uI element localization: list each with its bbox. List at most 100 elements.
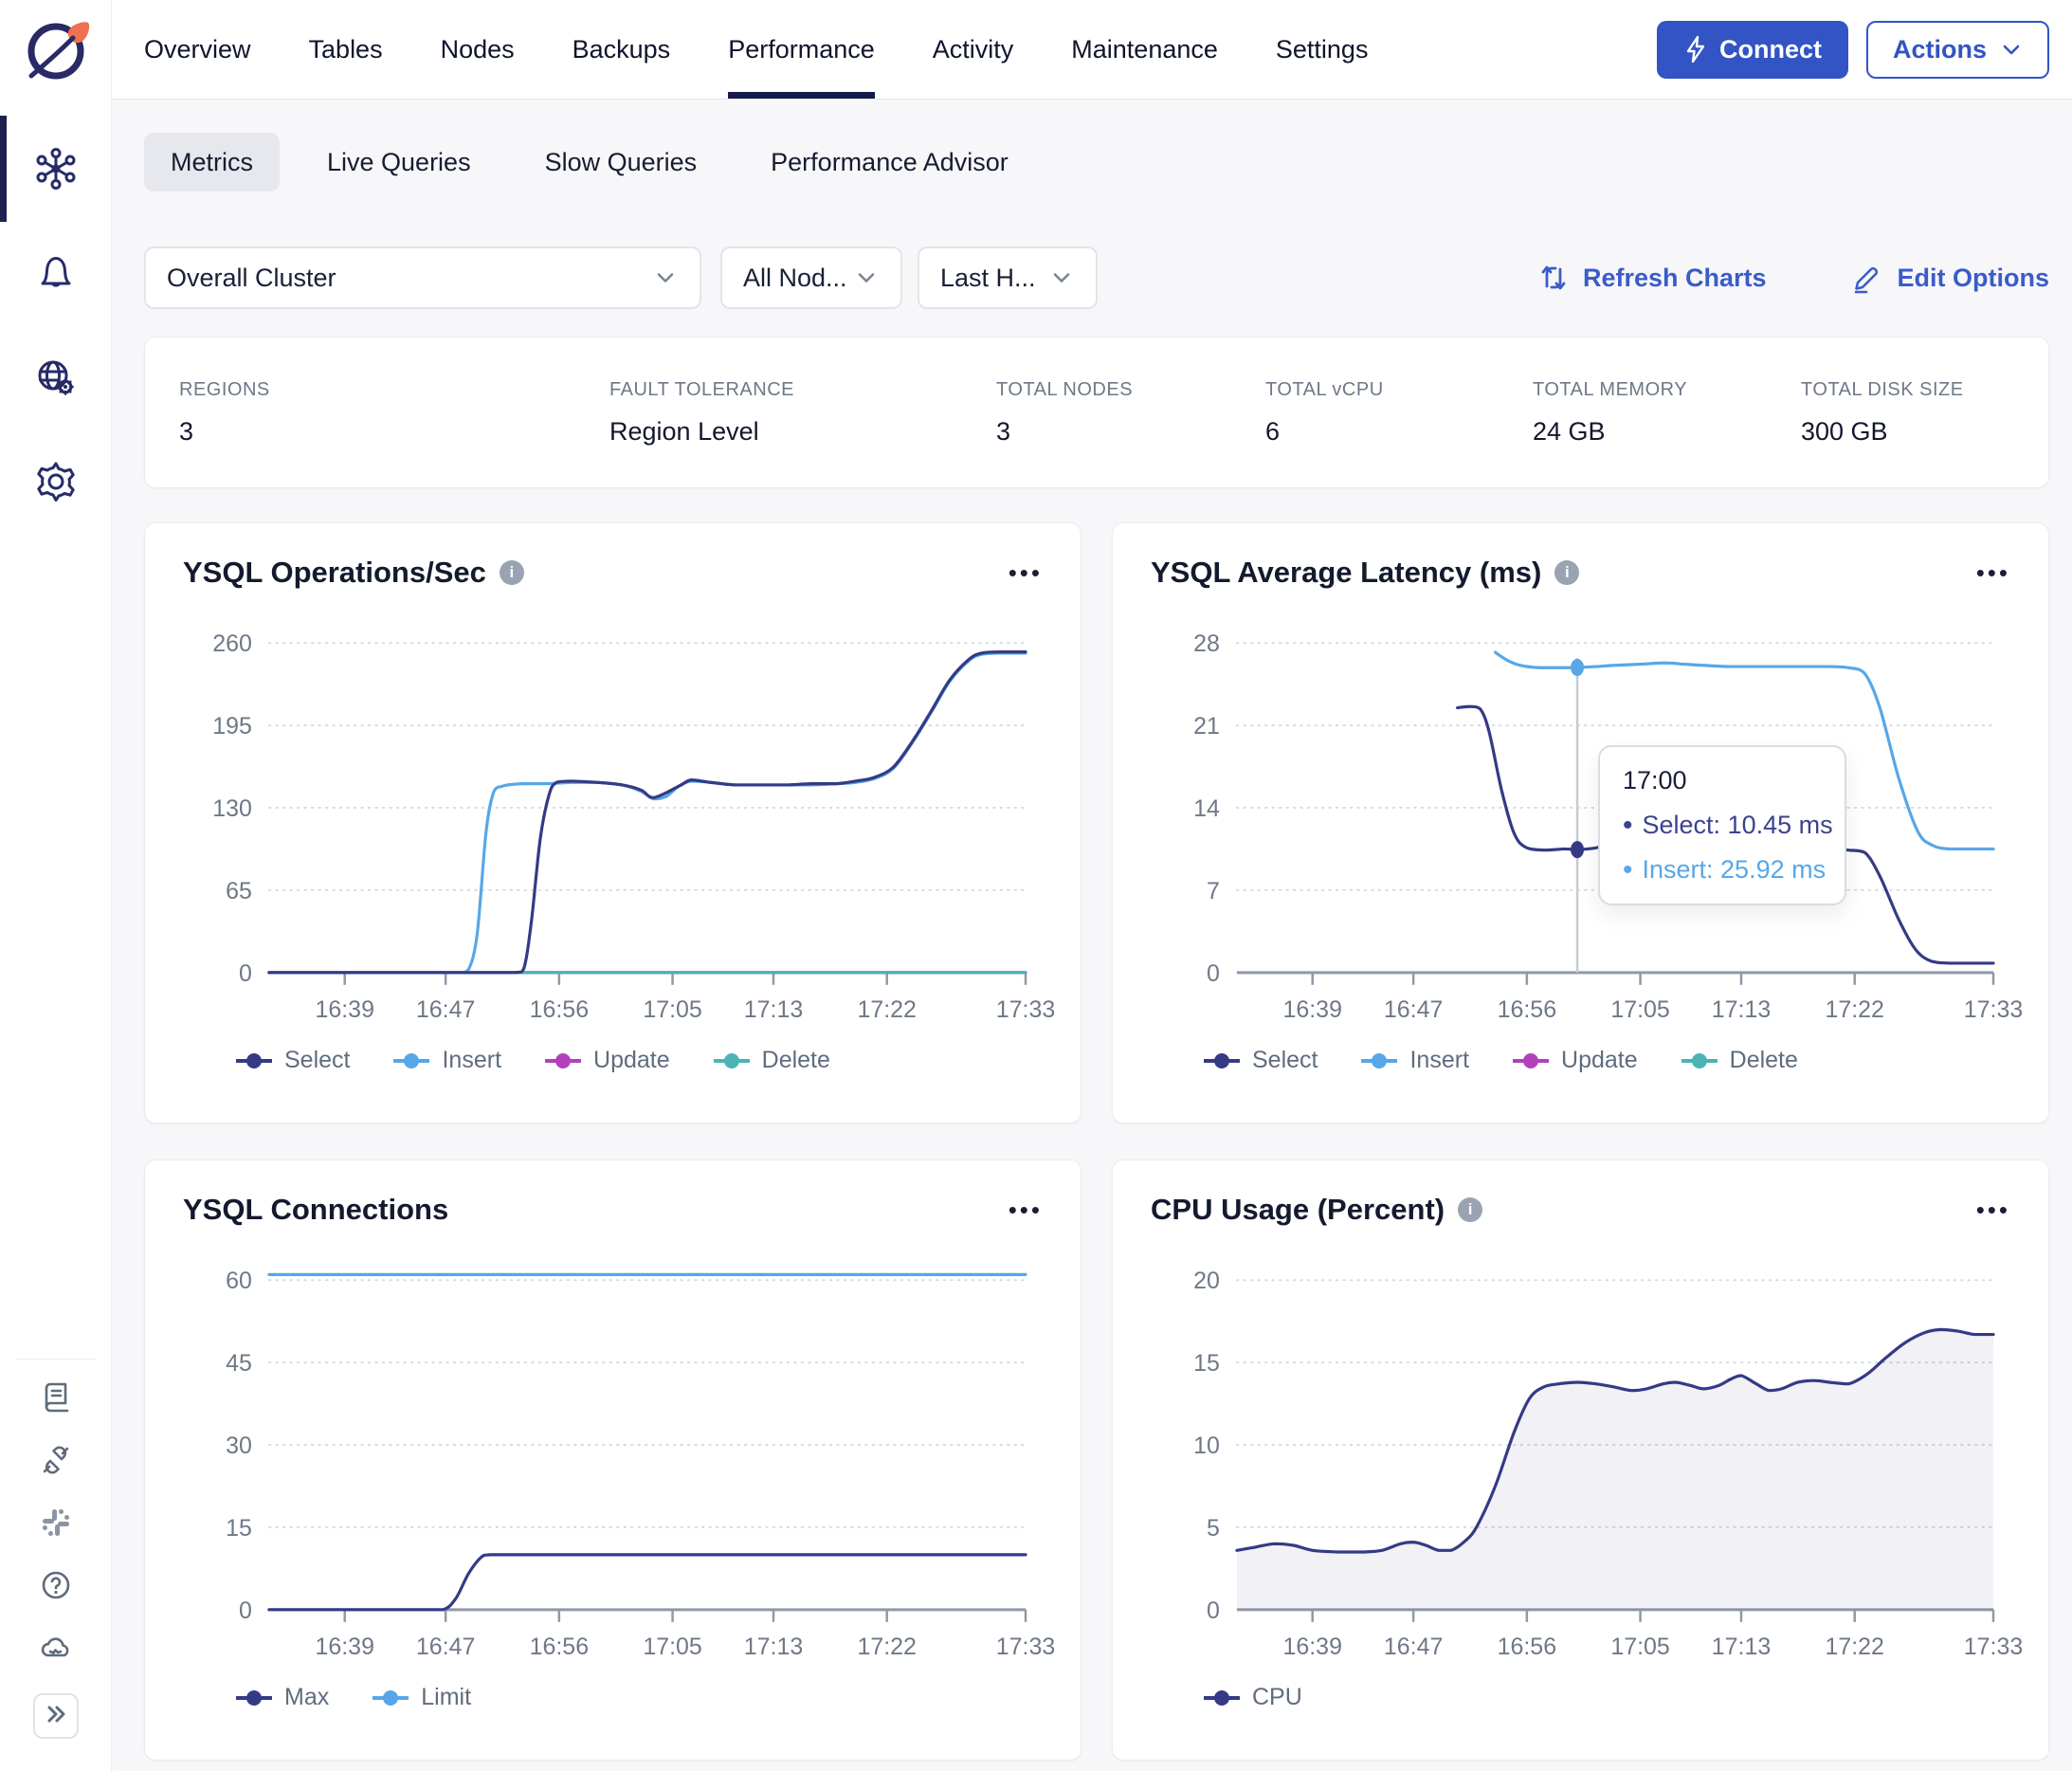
charts-grid: YSQL Operations/Sec i ••• 0 65 130 195 260 16:39…	[144, 522, 2049, 1761]
svg-text:16:47: 16:47	[416, 1634, 475, 1660]
chart-menu-button[interactable]: •••	[1009, 560, 1043, 585]
legend-item-insert[interactable]: Insert	[1361, 1047, 1469, 1074]
legend-item-select[interactable]: Select	[1204, 1047, 1318, 1074]
svg-text:15: 15	[226, 1515, 252, 1542]
chart-title: YSQL Operations/Sec	[183, 556, 486, 589]
refresh-charts-link[interactable]: Refresh Charts	[1537, 262, 1767, 294]
svg-text:0: 0	[1207, 960, 1220, 987]
stat-label: TOTAL vCPU	[1265, 378, 1384, 400]
legend-item-update[interactable]: Update	[545, 1047, 670, 1074]
stat-total-disk-size: TOTAL DISK SIZE 300 GB	[1801, 379, 1990, 447]
svg-text:17:13: 17:13	[1712, 996, 1771, 1023]
info-icon[interactable]: i	[1458, 1197, 1483, 1222]
tooltip-row: • Select: 10.45 ms	[1623, 811, 1833, 840]
cluster-scope-select[interactable]: Overall Cluster	[144, 246, 701, 309]
chart-header: YSQL Average Latency (ms) i •••	[1151, 552, 2010, 593]
subtab-live-queries[interactable]: Live Queries	[300, 133, 498, 192]
filter-links: Refresh Charts Edit Options	[1537, 261, 2049, 295]
legend-item-delete[interactable]: Delete	[713, 1047, 830, 1074]
legend-marker-icon	[713, 1052, 750, 1068]
sidebar-item-integrations[interactable]	[37, 1443, 75, 1481]
svg-text:21: 21	[1193, 713, 1220, 739]
connect-label: Connect	[1718, 34, 1822, 64]
tab-overview[interactable]: Overview	[144, 0, 251, 99]
svg-text:10: 10	[1193, 1433, 1220, 1459]
subtab-slow-queries[interactable]: Slow Queries	[518, 133, 724, 192]
svg-text:17:33: 17:33	[996, 1634, 1055, 1660]
chart-menu-button[interactable]: •••	[1976, 1197, 2010, 1222]
legend-item-insert[interactable]: Insert	[393, 1047, 501, 1074]
sidebar-item-settings[interactable]	[33, 461, 79, 506]
tooltip-value: Insert: 25.92 ms	[1642, 855, 1827, 884]
stat-value: 24 GB	[1533, 416, 1606, 446]
stat-label: TOTAL MEMORY	[1533, 378, 1688, 400]
tab-activity[interactable]: Activity	[933, 0, 1014, 99]
sidebar-expand-button[interactable]	[32, 1693, 79, 1739]
book-icon	[39, 1380, 73, 1419]
app-root: Overview Tables Nodes Backups Performance Act…	[0, 0, 2072, 1771]
tab-nodes[interactable]: Nodes	[441, 0, 515, 99]
legend-item-max[interactable]: Max	[236, 1684, 329, 1711]
sidebar-divider	[15, 1359, 96, 1360]
info-icon[interactable]: i	[499, 560, 524, 585]
actions-button[interactable]: Actions	[1865, 20, 2049, 79]
legend-item-limit[interactable]: Limit	[373, 1684, 471, 1711]
legend-item-delete[interactable]: Delete	[1681, 1047, 1798, 1074]
chart-header: YSQL Operations/Sec i •••	[183, 552, 1043, 593]
sidebar-item-docs[interactable]	[37, 1380, 75, 1418]
legend-marker-icon	[1513, 1052, 1550, 1068]
sidebar-item-regions[interactable]	[33, 356, 79, 402]
stat-value: 3	[996, 416, 1011, 446]
edit-options-link[interactable]: Edit Options	[1850, 261, 2049, 295]
legend-item-select[interactable]: Select	[236, 1047, 350, 1074]
nodes-value: All Nod...	[743, 263, 847, 292]
stat-value: 300 GB	[1801, 416, 1888, 446]
chart-title: CPU Usage (Percent)	[1151, 1193, 1445, 1226]
svg-text:17:13: 17:13	[1712, 1634, 1771, 1660]
cluster-scope-value: Overall Cluster	[167, 263, 336, 292]
svg-text:16:56: 16:56	[530, 1634, 589, 1660]
time-range-value: Last H...	[940, 263, 1036, 292]
tab-tables[interactable]: Tables	[309, 0, 383, 99]
performance-content: Metrics Live Queries Slow Queries Performan…	[112, 100, 2072, 1771]
legend-label: Delete	[761, 1047, 830, 1073]
time-range-select[interactable]: Last H...	[918, 246, 1098, 309]
svg-text:17:05: 17:05	[643, 996, 701, 1023]
sidebar-item-alerts[interactable]	[33, 252, 79, 298]
tab-maintenance[interactable]: Maintenance	[1071, 0, 1218, 99]
svg-text:17:33: 17:33	[1964, 1634, 2023, 1660]
sidebar-item-slack[interactable]	[37, 1506, 75, 1543]
tab-settings[interactable]: Settings	[1276, 0, 1369, 99]
legend-label: Update	[1561, 1047, 1638, 1073]
tooltip-time: 17:00	[1623, 766, 1687, 794]
legend-label: Insert	[1409, 1047, 1470, 1073]
connect-button[interactable]: Connect	[1656, 20, 1848, 79]
stat-label: REGIONS	[179, 378, 270, 400]
legend-item-cpu[interactable]: CPU	[1204, 1684, 1302, 1711]
legend-marker-icon	[1681, 1052, 1718, 1068]
tab-performance[interactable]: Performance	[728, 0, 875, 99]
sidebar-item-clusters[interactable]	[33, 147, 79, 193]
subtab-performance-advisor[interactable]: Performance Advisor	[744, 133, 1035, 192]
subtab-metrics[interactable]: Metrics	[144, 133, 280, 192]
svg-text:16:39: 16:39	[1282, 996, 1341, 1023]
yugabyte-logo[interactable]	[18, 15, 94, 91]
legend-label: Delete	[1729, 1047, 1798, 1073]
nodes-select[interactable]: All Nod...	[720, 246, 902, 309]
performance-subtabs: Metrics Live Queries Slow Queries Performan…	[144, 133, 2049, 192]
svg-text:16:47: 16:47	[416, 996, 475, 1023]
svg-text:16:56: 16:56	[1498, 996, 1556, 1023]
tab-backups[interactable]: Backups	[573, 0, 671, 99]
info-icon[interactable]: i	[1554, 560, 1580, 585]
chart-menu-button[interactable]: •••	[1976, 560, 2010, 585]
svg-text:0: 0	[239, 1598, 252, 1624]
topbar-actions: Connect Actions	[1656, 0, 2049, 99]
stat-value: Region Level	[609, 416, 759, 446]
legend-item-update[interactable]: Update	[1513, 1047, 1638, 1074]
chart-menu-button[interactable]: •••	[1009, 1197, 1043, 1222]
chart-header: YSQL Connections •••	[183, 1189, 1043, 1231]
stat-total-nodes: TOTAL NODES 3	[996, 379, 1265, 447]
sidebar-item-cloud-status[interactable]	[37, 1631, 75, 1669]
sidebar-item-help[interactable]	[37, 1568, 75, 1606]
stat-value: 3	[179, 416, 194, 446]
